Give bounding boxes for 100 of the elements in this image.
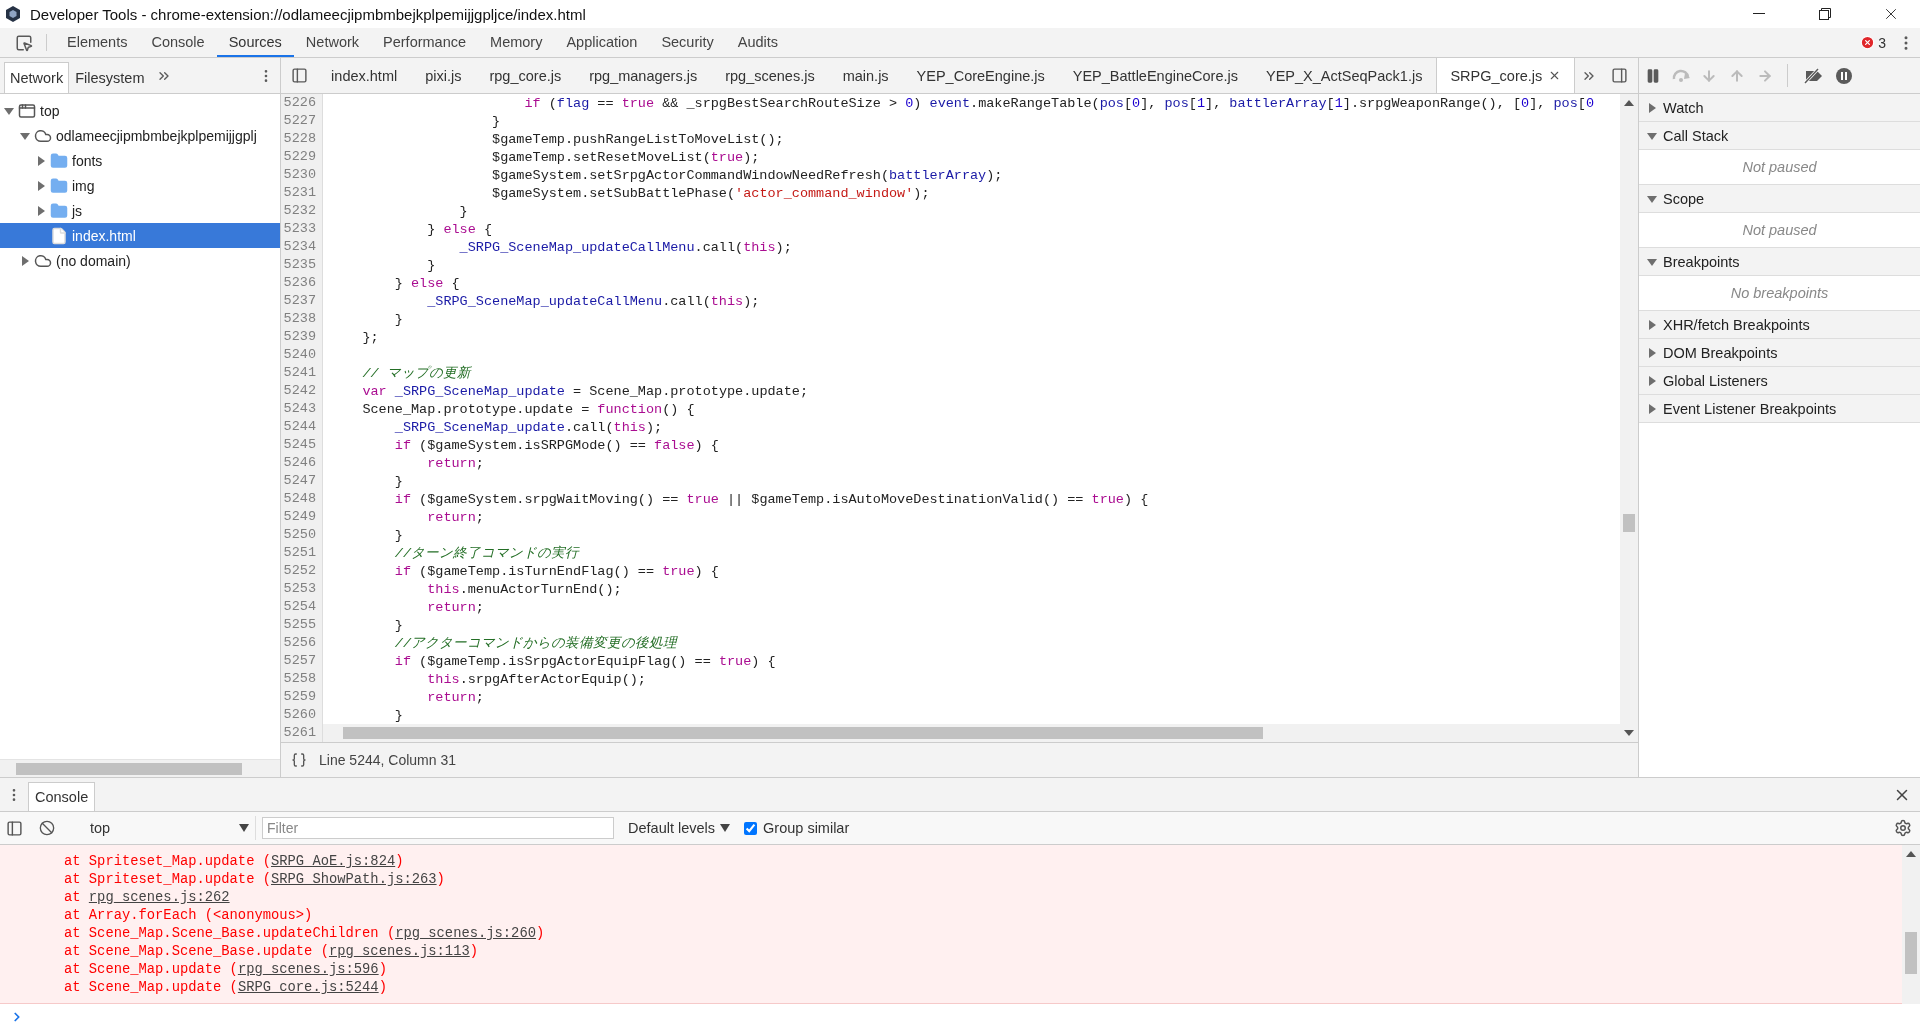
line-number: 5232 bbox=[281, 202, 323, 220]
file-tab[interactable]: YEP_CoreEngine.js bbox=[902, 58, 1059, 93]
line-number: 5259 bbox=[281, 688, 323, 706]
error-counter[interactable]: 3 bbox=[1854, 28, 1892, 57]
expand-arrow-icon[interactable] bbox=[1647, 193, 1657, 204]
horizontal-scrollbar[interactable] bbox=[323, 724, 1620, 742]
horizontal-scrollbar[interactable] bbox=[0, 759, 280, 777]
minimize-icon[interactable] bbox=[1753, 13, 1765, 15]
line-number: 5234 bbox=[281, 238, 323, 256]
stack-trace-line: at Spriteset_Map.update (SRPG_AoE.js:824) bbox=[64, 853, 405, 871]
source-link[interactable]: rpg_scenes.js:113 bbox=[328, 944, 470, 959]
expand-arrow-icon[interactable] bbox=[20, 255, 30, 266]
section-header[interactable]: Scope bbox=[1639, 185, 1920, 213]
section-header[interactable]: Call Stack bbox=[1639, 122, 1920, 150]
scroll-down-icon[interactable] bbox=[1624, 729, 1634, 737]
vertical-scrollbar[interactable] bbox=[1902, 845, 1920, 1004]
scrollbar-thumb[interactable] bbox=[1905, 932, 1917, 974]
file-tab[interactable]: pixi.js bbox=[411, 58, 476, 93]
expand-arrow-icon[interactable] bbox=[36, 155, 46, 166]
code-line: return; bbox=[426, 455, 484, 471]
stack-trace-line: at Spriteset_Map.update (SRPG_ShowPath.js:263) bbox=[64, 871, 446, 889]
source-link[interactable]: rpg_scenes.js:596 bbox=[237, 962, 379, 977]
code-line: $gameSystem.setSrpgActorCommandWindowNeedRefresh(battlerArray); bbox=[491, 167, 1003, 183]
vertical-scrollbar[interactable] bbox=[1620, 94, 1638, 742]
file-tab[interactable]: SRPG_core.js bbox=[1436, 58, 1576, 93]
restore-icon[interactable] bbox=[1819, 8, 1831, 20]
line-number: 5233 bbox=[281, 220, 323, 238]
file-tab[interactable]: YEP_X_ActSeqPack1.js bbox=[1252, 58, 1437, 93]
expand-arrow-icon[interactable] bbox=[36, 180, 46, 191]
section-header[interactable]: DOM Breakpoints bbox=[1639, 339, 1920, 367]
error-icon[interactable] bbox=[1860, 35, 1876, 50]
scroll-up-icon[interactable] bbox=[1906, 850, 1916, 858]
panel-tab[interactable]: Performance bbox=[371, 28, 479, 57]
tree-item[interactable]: img bbox=[0, 173, 280, 198]
source-link[interactable]: SRPG_ShowPath.js:263 bbox=[271, 872, 437, 887]
tree-item[interactable]: fonts bbox=[0, 148, 280, 173]
tree-item[interactable]: odlameecjipmbmbejkplpemijjgplj bbox=[0, 123, 280, 148]
expand-arrow-icon[interactable] bbox=[20, 130, 30, 141]
source-link[interactable]: SRPG_AoE.js:824 bbox=[271, 854, 396, 869]
section-header[interactable]: Global Listeners bbox=[1639, 367, 1920, 395]
context-select[interactable]: top bbox=[84, 816, 256, 840]
panel-tab[interactable]: Memory bbox=[478, 28, 555, 57]
caret-icon bbox=[720, 824, 731, 832]
code-line: if ($gameSystem.srpgWaitMoving() == true || $gameTemp.isAutoMoveDestinationValid() == true) { bbox=[393, 491, 1149, 507]
stack-trace-line: at Scene_Map.update (SRPG_core.js:5244) bbox=[64, 979, 388, 997]
expand-arrow-icon[interactable] bbox=[1647, 375, 1657, 386]
filter-field[interactable]: Filter bbox=[262, 817, 614, 839]
file-tab[interactable]: YEP_BattleEngineCore.js bbox=[1058, 58, 1253, 93]
line-number: 5227 bbox=[281, 112, 323, 130]
panel-tab[interactable]: Audits bbox=[725, 28, 791, 57]
panel-tab[interactable]: Security bbox=[649, 28, 726, 57]
line-number: 5240 bbox=[281, 346, 323, 364]
panel-tab[interactable]: Elements bbox=[55, 28, 140, 57]
code-line: if (flag == true && _srpgBestSearchRouteSize > 0) event.makeRangeTable(pos[0], pos[1], battlerArray[1].srpgWeaponRange(), [0], pos[0 bbox=[523, 95, 1594, 111]
expand-arrow-icon[interactable] bbox=[1647, 256, 1657, 267]
scrollbar-thumb[interactable] bbox=[1623, 514, 1635, 532]
expand-arrow-icon[interactable] bbox=[1647, 403, 1657, 414]
expand-arrow-icon[interactable] bbox=[1647, 347, 1657, 358]
levels-dropdown[interactable]: Default levels bbox=[620, 820, 739, 836]
pretty-print-icon[interactable] bbox=[291, 752, 307, 768]
section-header[interactable]: Breakpoints bbox=[1639, 248, 1920, 276]
line-number: 5261 bbox=[281, 724, 323, 742]
navigator-tab[interactable]: Filesystem bbox=[69, 62, 151, 93]
line-number: 5247 bbox=[281, 472, 323, 490]
source-link[interactable]: rpg_scenes.js:262 bbox=[88, 890, 230, 905]
navigator-tab[interactable]: Network bbox=[4, 62, 70, 93]
section-header[interactable]: Event Listener Breakpoints bbox=[1639, 395, 1920, 423]
code-line: return; bbox=[426, 689, 484, 705]
code-line: _SRPG_SceneMap_updateCallMenu.call(this); bbox=[458, 239, 792, 255]
tree-item[interactable]: top bbox=[0, 98, 280, 123]
panel-tab[interactable]: Network bbox=[293, 28, 372, 57]
source-link[interactable]: SRPG_core.js:5244 bbox=[237, 980, 379, 995]
tree-item[interactable]: js bbox=[0, 198, 280, 223]
expand-arrow-icon[interactable] bbox=[1647, 130, 1657, 141]
clear-console-icon[interactable] bbox=[39, 820, 55, 836]
expand-arrow-icon[interactable] bbox=[4, 105, 14, 116]
line-number: 5257 bbox=[281, 652, 323, 670]
scroll-up-icon[interactable] bbox=[1624, 99, 1634, 107]
expand-arrow-icon[interactable] bbox=[36, 205, 46, 216]
tree-item[interactable]: (no domain) bbox=[0, 248, 280, 273]
line-number: 5235 bbox=[281, 256, 323, 274]
sidebar-toggle-icon[interactable] bbox=[6, 819, 23, 837]
panel-tab[interactable]: Console bbox=[139, 28, 217, 57]
tree-item[interactable]: index.html bbox=[0, 223, 280, 248]
file-tab[interactable]: main.js bbox=[828, 58, 903, 93]
panel-tab[interactable]: Application bbox=[554, 28, 650, 57]
file-tab[interactable]: index.html bbox=[317, 58, 412, 93]
expand-arrow-icon[interactable] bbox=[1647, 319, 1657, 330]
expand-arrow-icon[interactable] bbox=[1647, 102, 1657, 113]
line-number: 5226 bbox=[281, 94, 323, 112]
group-similar-checkbox[interactable] bbox=[744, 821, 758, 835]
drawer-tab[interactable]: Console bbox=[28, 782, 96, 811]
section-header[interactable]: Watch bbox=[1639, 94, 1920, 122]
line-number: 5239 bbox=[281, 328, 323, 346]
file-tab[interactable]: rpg_core.js bbox=[475, 58, 576, 93]
source-link[interactable]: rpg_scenes.js:260 bbox=[395, 926, 536, 941]
section-header[interactable]: XHR/fetch Breakpoints bbox=[1639, 311, 1920, 339]
file-tab[interactable]: rpg_scenes.js bbox=[711, 58, 829, 93]
line-number: 5251 bbox=[281, 544, 323, 562]
file-tab[interactable]: rpg_managers.js bbox=[575, 58, 712, 93]
